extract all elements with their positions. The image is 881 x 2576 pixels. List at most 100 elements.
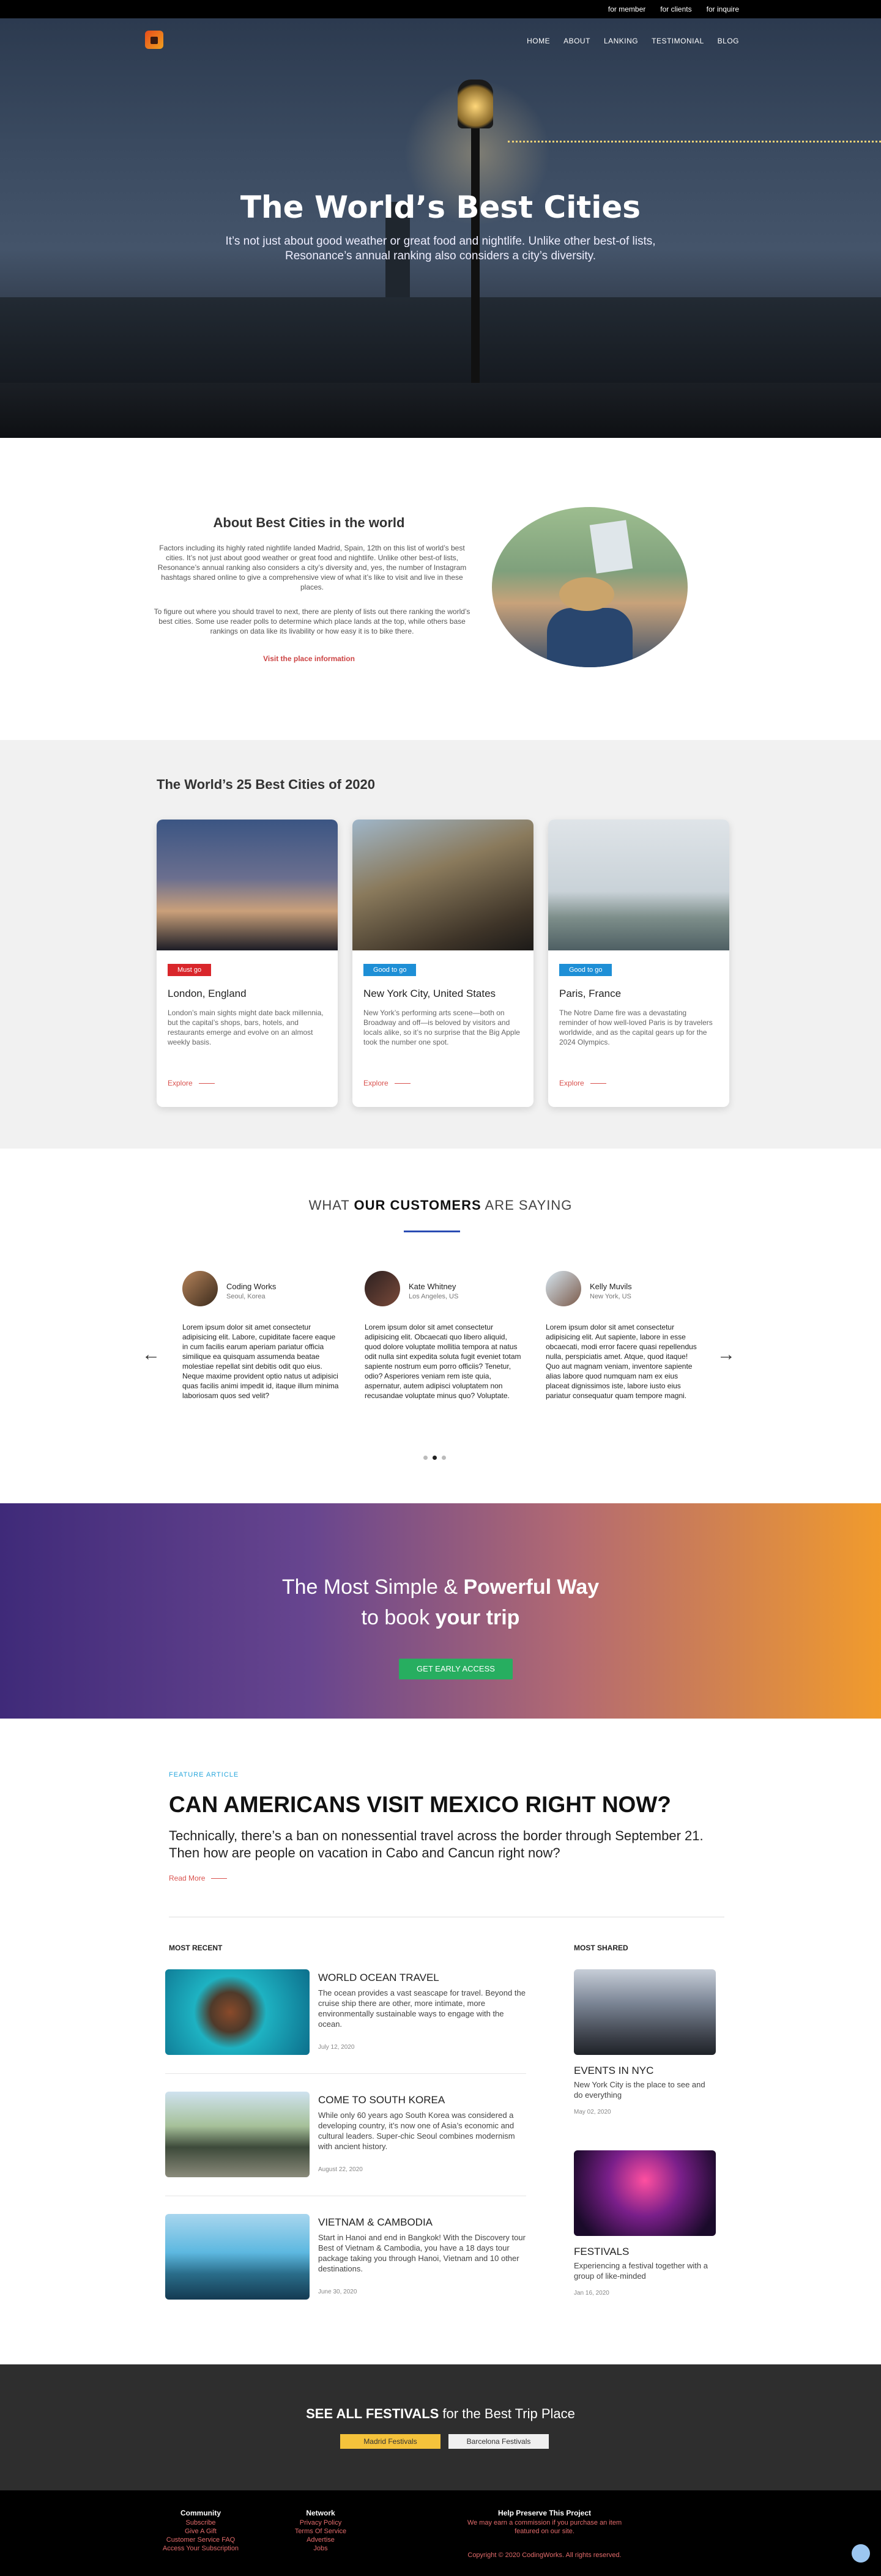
about-paragraph-1: Factors including its highly rated night… (157, 544, 467, 591)
testimonials-section: WHAT OUR CUSTOMERS ARE SAYING ← → Coding… (0, 1149, 881, 1503)
cta-banner: The Most Simple & Powerful Way to book y… (0, 1503, 881, 1719)
city-skyline (0, 297, 881, 389)
visit-place-link[interactable]: Visit the place information (150, 654, 468, 663)
footer-help-text: We may earn a commission if you purchase… (467, 2519, 622, 2535)
explore-link[interactable]: Explore (559, 1079, 606, 1087)
nyc-photo (574, 1969, 716, 2055)
footer-link[interactable]: Jobs (272, 2544, 370, 2553)
shared-text: Experiencing a festival together with a … (574, 2261, 708, 2281)
barcelona-festivals-button[interactable]: Barcelona Festivals (448, 2434, 549, 2449)
city-name: Paris, France (559, 988, 622, 999)
for-member-link[interactable]: for member (608, 5, 645, 13)
city-card-new-york[interactable]: Good to go New York City, United States … (352, 820, 533, 1107)
hero-title: The World’s Best Cities (240, 190, 641, 225)
title-underline (404, 1231, 460, 1232)
about-title: About Best Cities in the world (213, 515, 405, 530)
carousel-dot-active[interactable] (433, 1456, 437, 1460)
footer-link[interactable]: Customer Service FAQ (146, 2536, 256, 2544)
testimonials-title: WHAT OUR CUSTOMERS ARE SAYING (308, 1197, 573, 1213)
nav-about[interactable]: ABOUT (563, 37, 590, 45)
chat-bubble-icon[interactable] (852, 2544, 870, 2563)
divider (165, 2073, 526, 2074)
footer-link[interactable]: Subscribe (146, 2519, 256, 2527)
shared-date: May 02, 2020 (574, 2109, 611, 2115)
review-text: Lorem ipsum dolor sit amet consectetur a… (546, 1323, 697, 1400)
for-inquire-link[interactable]: for inquire (707, 5, 739, 13)
nav-blog[interactable]: BLOG (718, 37, 739, 45)
cta-line-1: The Most Simple & Powerful Way (281, 1575, 600, 1599)
nav-home[interactable]: HOME (527, 37, 550, 45)
city-description: The Notre Dame fire was a devastating re… (559, 1009, 713, 1046)
city-card-paris[interactable]: Good to go Paris, France The Notre Dame … (548, 820, 729, 1107)
city-card-london[interactable]: Must go London, England London’s main si… (157, 820, 338, 1107)
city-name: New York City, United States (363, 988, 496, 999)
madrid-festivals-button[interactable]: Madrid Festivals (340, 2434, 441, 2449)
explore-link[interactable]: Explore (168, 1079, 215, 1087)
shared-title: EVENTS IN NYC (574, 2065, 654, 2076)
carousel-dot[interactable] (423, 1456, 428, 1460)
article-title: VIETNAM & CAMBODIA (318, 2216, 433, 2228)
shared-text: New York City is the place to see and do… (574, 2080, 705, 2100)
main-nav: HOME ABOUT LANKING TESTIMONIAL BLOG (527, 37, 739, 45)
reviewer-name: Coding Works (226, 1282, 277, 1291)
about-section: About Best Cities in the world Factors i… (0, 438, 881, 740)
footer-heading: Help Preserve This Project (497, 2509, 592, 2517)
review-text: Lorem ipsum dolor sit amet consectetur a… (182, 1323, 339, 1400)
nav-lanking[interactable]: LANKING (604, 37, 638, 45)
footer-network: Network Privacy Policy Terms Of Service … (272, 2509, 370, 2553)
footer-link[interactable]: Privacy Policy (272, 2519, 370, 2527)
footer-link[interactable]: Advertise (272, 2536, 370, 2544)
feature-tag: FEATURE ARTICLE (169, 1771, 239, 1778)
city-description: New York’s performing arts scene—both on… (363, 1009, 520, 1046)
vietnam-photo (165, 2214, 310, 2300)
shared-title: FESTIVALS (574, 2246, 630, 2257)
cta-line-2: to book your trip (361, 1606, 520, 1629)
footer-help: Help Preserve This Project We may earn a… (465, 2509, 624, 2536)
article-title: WORLD OCEAN TRAVEL (318, 1972, 439, 1983)
arrow-right-icon[interactable]: → (717, 1344, 735, 1365)
carousel-dot[interactable] (442, 1456, 446, 1460)
shared-item[interactable]: EVENTS IN NYC New York City is the place… (574, 1969, 716, 2115)
article-item[interactable]: WORLD OCEAN TRAVEL The ocean provides a … (165, 1969, 526, 2074)
explore-link[interactable]: Explore (363, 1079, 411, 1087)
feature-lead: Technically, there’s a ban on nonessenti… (169, 1828, 704, 1860)
footer: Community Subscribe Give A Gift Customer… (0, 2490, 881, 2576)
new-york-photo (352, 820, 533, 950)
article-item[interactable]: COME TO SOUTH KOREA While only 60 years … (165, 2092, 526, 2196)
korea-photo (165, 2092, 310, 2177)
avatar (182, 1271, 218, 1306)
feature-title: CAN AMERICANS VISIT MEXICO RIGHT NOW? (169, 1792, 671, 1817)
reviewer-location: Los Angeles, US (409, 1293, 459, 1300)
hero-section (0, 18, 881, 438)
top-bar: for member for clients for inquire (0, 0, 881, 18)
reviewer-name: Kelly Muvils (590, 1282, 632, 1291)
festivals-title: SEE ALL FESTIVALS for the Best Trip Plac… (306, 2406, 575, 2421)
avatar (365, 1271, 400, 1306)
for-clients-link[interactable]: for clients (660, 5, 691, 13)
shared-item[interactable]: FESTIVALS Experiencing a festival togeth… (574, 2150, 716, 2297)
most-recent-label: MOST RECENT (169, 1944, 223, 1952)
reviewer-name: Kate Whitney (409, 1282, 456, 1291)
get-early-access-button[interactable]: GET EARLY ACCESS (399, 1659, 513, 1679)
shared-date: Jan 16, 2020 (574, 2290, 609, 2297)
footer-link[interactable]: Terms Of Service (272, 2527, 370, 2536)
festivals-section: SEE ALL FESTIVALS for the Best Trip Plac… (0, 2364, 881, 2490)
status-badge: Must go (168, 964, 212, 976)
lamp-head (458, 80, 493, 128)
read-more-link[interactable]: Read More (169, 1874, 227, 1882)
logo-icon[interactable] (145, 31, 163, 49)
article-date: August 22, 2020 (318, 2166, 363, 2173)
footer-heading: Network (306, 2509, 335, 2517)
london-photo (157, 820, 338, 950)
city-name: London, England (168, 988, 247, 999)
article-item[interactable]: VIETNAM & CAMBODIA Start in Hanoi and en… (165, 2214, 526, 2303)
footer-community: Community Subscribe Give A Gift Customer… (146, 2509, 256, 2553)
footer-link[interactable]: Give A Gift (146, 2527, 256, 2536)
review-text: Lorem ipsum dolor sit amet consectetur a… (365, 1323, 521, 1400)
footer-link[interactable]: Access Your Subscription (146, 2544, 256, 2553)
reviewer-location: New York, US (590, 1293, 631, 1300)
cities-section: The World’s 25 Best Cities of 2020 Must … (0, 740, 881, 1149)
arrow-left-icon[interactable]: ← (142, 1344, 160, 1365)
nav-testimonial[interactable]: TESTIMONIAL (652, 37, 704, 45)
article-date: July 12, 2020 (318, 2044, 355, 2051)
